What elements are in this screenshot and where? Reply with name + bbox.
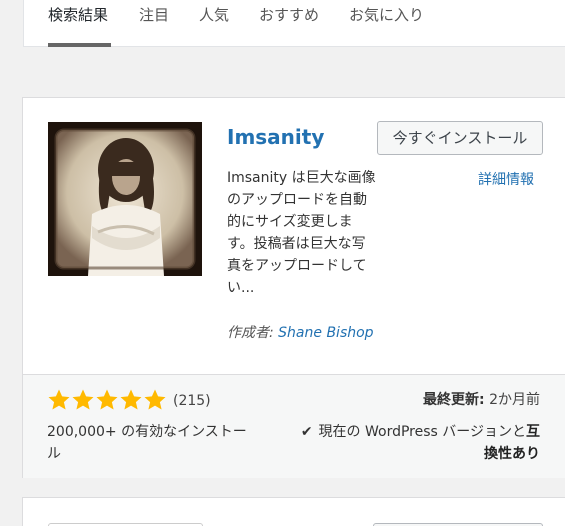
plugin-card-bottom: (215) 200,000+ の有効なインストー ル 最終更新: 2か月前 ✔ 現… <box>23 374 565 478</box>
tab-popular[interactable]: 人気 <box>199 5 229 25</box>
tab-featured[interactable]: 注目 <box>139 5 169 25</box>
active-installs: 200,000+ の有効なインストー ル <box>47 421 269 465</box>
tab-search-results[interactable]: 検索結果 <box>48 5 108 25</box>
description-line: Imsanity は巨大な画像 <box>227 170 376 186</box>
compat-bold-1: 互 <box>526 424 540 440</box>
star-filled-icon <box>72 389 94 410</box>
plugin-card-top: Imsanity 今すぐインストール 詳細情報 Imsanity は巨大な画像 … <box>23 98 565 374</box>
plugin-card: Imsanity 今すぐインストール 詳細情報 Imsanity は巨大な画像 … <box>22 97 565 478</box>
compatibility-status: ✔ 現在の WordPress バージョンと互 換性あり <box>278 421 540 465</box>
star-filled-icon <box>48 389 70 410</box>
next-plugin-card <box>22 497 565 526</box>
plugin-title-link[interactable]: Imsanity <box>227 125 324 149</box>
plugin-description: Imsanity は巨大な画像 のアップロードを自動 的にサイズ変更しま す。投… <box>227 167 387 299</box>
last-updated-value: 2か月前 <box>489 392 540 408</box>
description-line: す。投稿者は巨大な写 <box>227 236 366 252</box>
description-line: 的にサイズ変更しま <box>227 214 353 230</box>
description-line: い... <box>227 280 255 296</box>
tab-recommended[interactable]: おすすめ <box>259 5 319 25</box>
plugin-author: 作成者: Shane Bishop <box>227 322 374 342</box>
description-line: のアップロードを自動 <box>227 192 367 208</box>
installs-line: ル <box>47 446 61 462</box>
install-now-button[interactable]: 今すぐインストール <box>377 121 543 155</box>
author-prefix: 作成者: <box>227 325 274 341</box>
last-updated: 最終更新: 2か月前 <box>423 389 540 409</box>
plugin-thumbnail-art <box>48 122 202 276</box>
more-details-link[interactable]: 詳細情報 <box>478 169 534 189</box>
star-filled-icon <box>96 389 118 410</box>
rating-count: (215) <box>173 393 211 409</box>
star-filled-icon <box>120 389 142 410</box>
installs-line: 200,000+ の有効なインストー <box>47 424 247 440</box>
last-updated-label: 最終更新: <box>423 392 485 408</box>
description-line: 真をアップロードして <box>227 258 367 274</box>
rating-stars <box>47 388 167 412</box>
plugin-icon-image[interactable] <box>48 122 202 276</box>
star-filled-icon <box>144 389 166 410</box>
compat-bold-2: 換性あり <box>484 446 540 462</box>
author-link[interactable]: Shane Bishop <box>278 325 373 341</box>
tab-favorites[interactable]: お気に入り <box>349 5 424 25</box>
compat-text: 現在の WordPress バージョンと <box>318 424 526 440</box>
active-tab-indicator <box>48 43 111 47</box>
checkmark-icon: ✔ <box>300 424 313 440</box>
filter-tabs: 検索結果 注目 人気 おすすめ お気に入り <box>23 0 565 47</box>
